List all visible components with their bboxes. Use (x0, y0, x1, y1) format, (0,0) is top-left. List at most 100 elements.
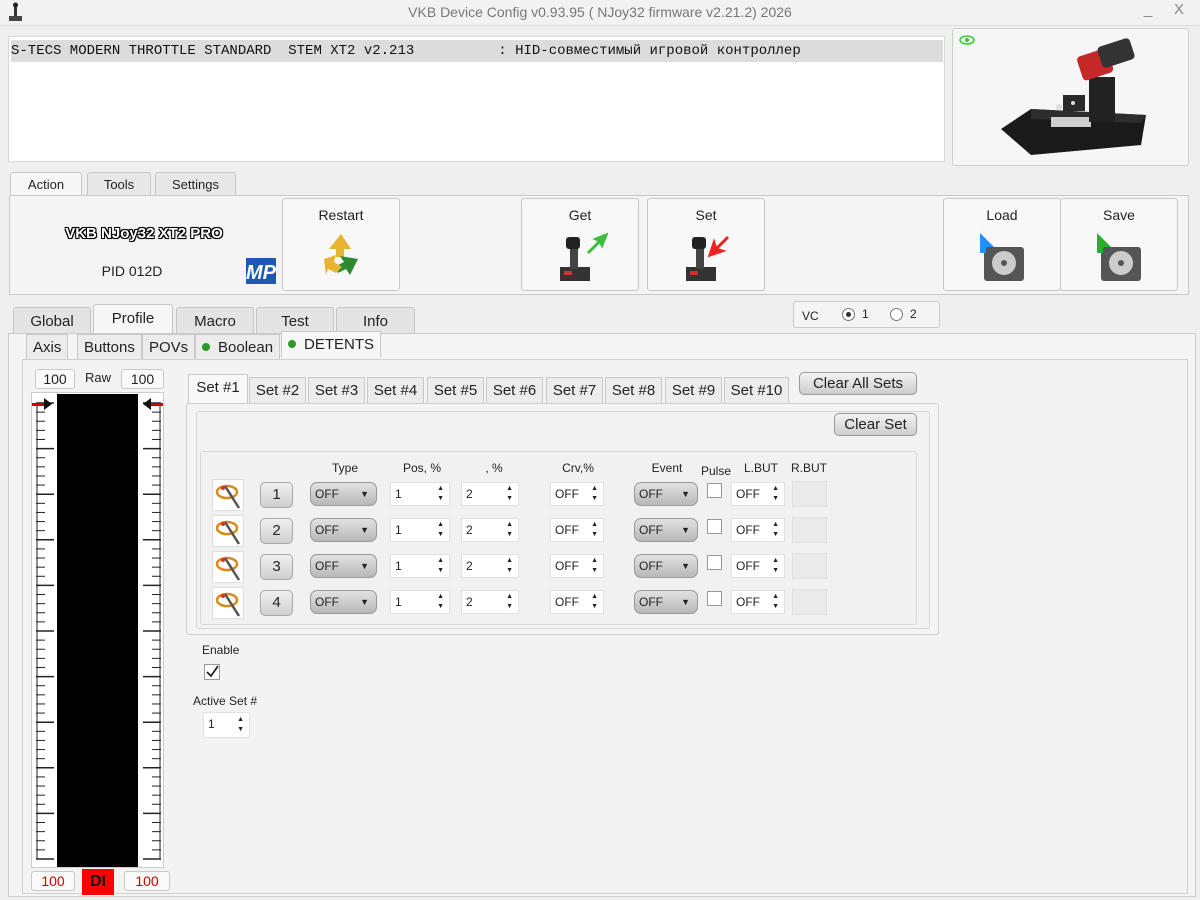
axis-bottom-left-value: 100 (31, 871, 75, 891)
lbut-spinner[interactable]: OFF ▲ ▼ (731, 482, 785, 506)
restart-button[interactable]: Restart (282, 198, 400, 291)
pulse-checkbox[interactable] (707, 591, 722, 606)
spin-arrows-icon[interactable]: ▲ ▼ (506, 520, 513, 540)
dropdown-arrow-icon: ▼ (681, 561, 690, 571)
spin-arrows-icon[interactable]: ▲ ▼ (437, 520, 444, 540)
tab-settings[interactable]: Settings (155, 172, 236, 196)
crv-spinner[interactable]: OFF ▲ ▼ (550, 518, 604, 542)
tab-set-3[interactable]: Set #3 (308, 377, 365, 403)
event-dropdown[interactable]: OFF ▼ (634, 590, 698, 614)
spin-arrows-icon[interactable]: ▲ ▼ (772, 520, 779, 540)
event-dropdown[interactable]: OFF ▼ (634, 482, 698, 506)
detent-number-button[interactable]: 3 (260, 554, 293, 580)
crv-spinner[interactable]: OFF ▲ ▼ (550, 590, 604, 614)
pct-spinner[interactable]: 2 ▲ ▼ (461, 482, 519, 506)
load-button[interactable]: Load (943, 198, 1061, 291)
spin-arrows-icon[interactable]: ▲ ▼ (437, 592, 444, 612)
tab-set-2[interactable]: Set #2 (249, 377, 306, 403)
spin-arrows-icon[interactable]: ▲ ▼ (437, 556, 444, 576)
type-dropdown[interactable]: OFF ▼ (310, 590, 377, 614)
tab-set-1[interactable]: Set #1 (188, 374, 248, 404)
get-button[interactable]: Get (521, 198, 639, 291)
type-dropdown[interactable]: OFF ▼ (310, 554, 377, 578)
lbut-spinner[interactable]: OFF ▲ ▼ (731, 590, 785, 614)
pulse-checkbox[interactable] (707, 555, 722, 570)
spin-arrows-icon[interactable]: ▲ ▼ (591, 484, 598, 504)
active-set-spinner[interactable]: 1 ▲ ▼ (203, 712, 250, 738)
event-dropdown[interactable]: OFF ▼ (634, 554, 698, 578)
event-dropdown[interactable]: OFF ▼ (634, 518, 698, 542)
spin-arrows-icon[interactable]: ▲ ▼ (237, 715, 244, 735)
lbut-spinner[interactable]: OFF ▲ ▼ (731, 518, 785, 542)
spin-arrows-icon[interactable]: ▲ ▼ (591, 520, 598, 540)
spin-arrows-icon[interactable]: ▲ ▼ (772, 592, 779, 612)
tab-profile[interactable]: Profile (93, 304, 173, 335)
lbut-spinner[interactable]: OFF ▲ ▼ (731, 554, 785, 578)
tab-test[interactable]: Test (256, 307, 334, 334)
pct-spinner[interactable]: 2 ▲ ▼ (461, 590, 519, 614)
restart-label: Restart (318, 207, 364, 223)
subtab-detents[interactable]: DETENTS (281, 331, 382, 357)
device-list[interactable]: S-TECS MODERN THROTTLE STANDARD STEM XT2… (8, 36, 945, 162)
pos-spinner[interactable]: 1 ▲ ▼ (390, 554, 450, 578)
pulse-checkbox[interactable] (707, 519, 722, 534)
close-button[interactable]: X (1166, 0, 1192, 22)
tab-action[interactable]: Action (10, 172, 82, 197)
vc-radio-2[interactable] (890, 308, 903, 321)
spin-arrows-icon[interactable]: ▲ ▼ (772, 556, 779, 576)
set-button[interactable]: Set (647, 198, 765, 291)
spin-arrows-icon[interactable]: ▲ ▼ (772, 484, 779, 504)
tab-set-8[interactable]: Set #8 (605, 377, 662, 403)
tab-set-4[interactable]: Set #4 (367, 377, 424, 403)
spin-arrows-icon[interactable]: ▲ ▼ (437, 484, 444, 504)
rbut-field[interactable] (792, 553, 827, 579)
tab-set-6[interactable]: Set #6 (486, 377, 543, 403)
tab-set-7[interactable]: Set #7 (546, 377, 603, 403)
type-dropdown[interactable]: OFF ▼ (310, 518, 377, 542)
subtab-buttons[interactable]: Buttons (77, 334, 142, 360)
minimize-button[interactable]: _ (1135, 0, 1161, 22)
type-dropdown[interactable]: OFF ▼ (310, 482, 377, 506)
enable-checkbox[interactable] (204, 664, 220, 680)
rbut-field[interactable] (792, 589, 827, 615)
lbut-value: OFF (736, 559, 760, 573)
tab-set-9[interactable]: Set #9 (665, 377, 722, 403)
subtab-axis[interactable]: Axis (26, 334, 69, 360)
tab-set-10[interactable]: Set #10 (724, 377, 789, 403)
subtab-boolean[interactable]: Boolean (195, 334, 281, 360)
spin-arrows-icon[interactable]: ▲ ▼ (591, 556, 598, 576)
spin-arrows-icon[interactable]: ▲ ▼ (591, 592, 598, 612)
tab-tools[interactable]: Tools (87, 172, 151, 196)
tab-macro[interactable]: Macro (176, 307, 254, 334)
pulse-checkbox[interactable] (707, 483, 722, 498)
eye-icon[interactable] (959, 35, 975, 45)
save-button[interactable]: Save (1060, 198, 1178, 291)
crv-spinner[interactable]: OFF ▲ ▼ (550, 482, 604, 506)
spin-arrows-icon[interactable]: ▲ ▼ (506, 592, 513, 612)
pos-spinner[interactable]: 1 ▲ ▼ (390, 518, 450, 542)
tab-info[interactable]: Info (336, 307, 415, 334)
clear-all-sets-button[interactable]: Clear All Sets (799, 372, 917, 395)
spin-arrows-icon[interactable]: ▲ ▼ (506, 484, 513, 504)
detent-number-button[interactable]: 1 (260, 482, 293, 508)
lbut-value: OFF (736, 487, 760, 501)
device-row-selected[interactable]: S-TECS MODERN THROTTLE STANDARD STEM XT2… (11, 40, 943, 62)
pct-spinner[interactable]: 2 ▲ ▼ (461, 554, 519, 578)
pos-spinner[interactable]: 1 ▲ ▼ (390, 482, 450, 506)
tab-set-5[interactable]: Set #5 (427, 377, 484, 403)
vc-radio-1[interactable] (842, 308, 855, 321)
rbut-field[interactable] (792, 517, 827, 543)
clear-set-button[interactable]: Clear Set (834, 413, 917, 436)
device-image-panel (952, 28, 1189, 166)
pct-spinner[interactable]: 2 ▲ ▼ (461, 518, 519, 542)
header-pct: , % (485, 461, 503, 475)
pos-spinner[interactable]: 1 ▲ ▼ (390, 590, 450, 614)
rbut-field[interactable] (792, 481, 827, 507)
crv-spinner[interactable]: OFF ▲ ▼ (550, 554, 604, 578)
subtab-boolean-label: Boolean (218, 339, 274, 356)
subtab-povs[interactable]: POVs (142, 334, 196, 360)
detent-number-button[interactable]: 4 (260, 590, 293, 616)
spin-arrows-icon[interactable]: ▲ ▼ (506, 556, 513, 576)
detent-number-button[interactable]: 2 (260, 518, 293, 544)
tab-global[interactable]: Global (13, 307, 91, 334)
